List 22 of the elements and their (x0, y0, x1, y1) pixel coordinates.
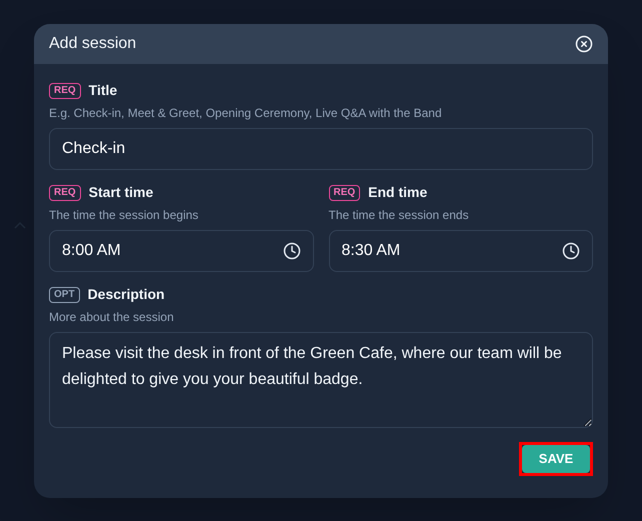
field-hint: E.g. Check-in, Meet & Greet, Opening Ceremony, Live Q&A with the Band (49, 105, 443, 122)
clock-icon (562, 242, 580, 260)
close-icon[interactable] (575, 35, 593, 53)
title-input[interactable]: Check-in (49, 128, 593, 170)
field-label: Start time (88, 183, 154, 202)
time-field[interactable]: 8:00 AM (49, 230, 314, 272)
time-field[interactable]: 8:30 AM (328, 230, 593, 272)
field-tag: OPT (49, 286, 80, 302)
field-hint: The time the session begins (49, 207, 200, 224)
field-tag: REQ (49, 82, 81, 98)
dialog-title: Add session (49, 34, 136, 54)
field-hint: More about the session (49, 309, 175, 326)
field-tag: REQ (328, 184, 360, 200)
field-label: Description (88, 285, 165, 304)
time-value: 8:00 AM (62, 241, 121, 261)
field-hint: The time the session ends (328, 207, 470, 224)
time-value: 8:30 AM (342, 241, 400, 261)
description-textarea[interactable]: Please visit the desk in front of the Green Cafe, where our team will be delighted to give you your beautiful badge. (49, 332, 593, 428)
field-label: End time (368, 183, 428, 202)
field-tag: REQ (49, 184, 81, 200)
field-label: Title (88, 81, 118, 100)
clock-icon (282, 242, 300, 260)
